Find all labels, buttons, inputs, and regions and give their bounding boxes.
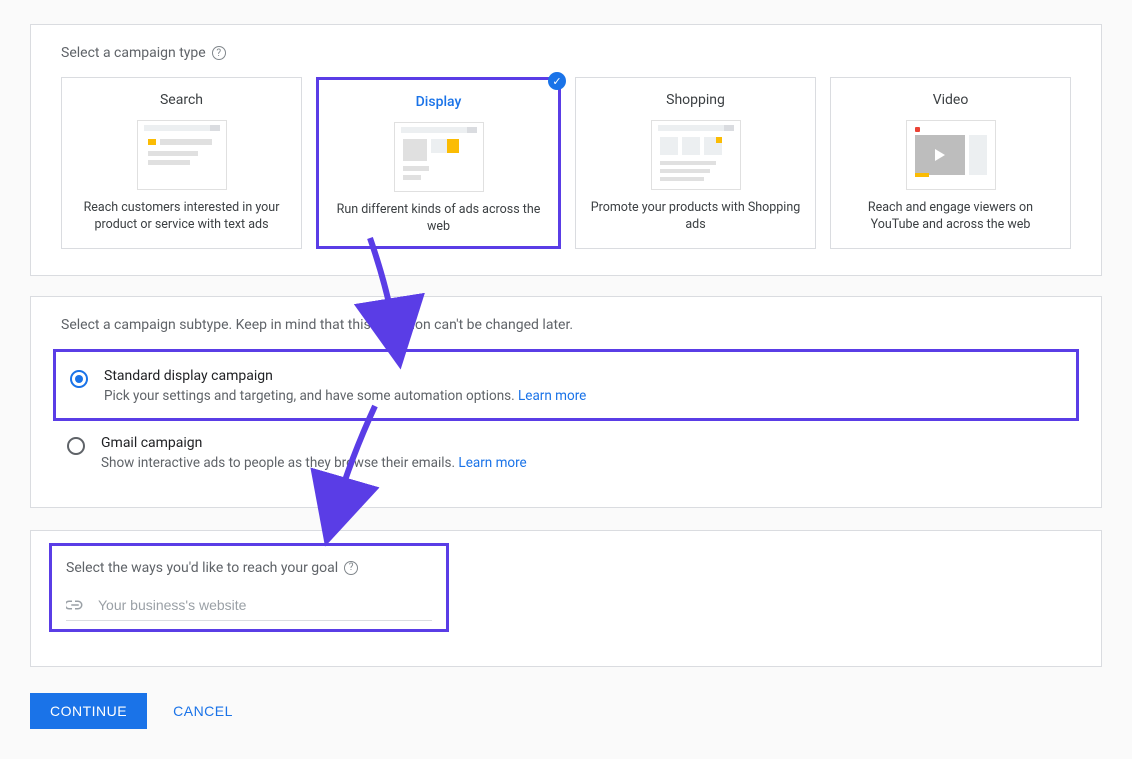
search-thumb — [137, 120, 227, 190]
page-root: Select a campaign type ? Search Reach cu… — [0, 0, 1132, 759]
campaign-type-heading-text: Select a campaign type — [61, 45, 206, 61]
learn-more-link[interactable]: Learn more — [458, 455, 526, 471]
radio-icon[interactable] — [70, 370, 88, 388]
learn-more-link[interactable]: Learn more — [518, 388, 586, 404]
shopping-thumb — [651, 120, 741, 190]
help-icon[interactable]: ? — [212, 46, 226, 60]
subtype-gmail[interactable]: Gmail campaign Show interactive ads to p… — [61, 427, 1071, 481]
goal-panel: Select the ways you'd like to reach your… — [30, 530, 1102, 667]
website-input[interactable] — [96, 596, 432, 614]
subtype-desc: Pick your settings and targeting, and ha… — [104, 388, 586, 404]
cancel-button[interactable]: CANCEL — [167, 702, 239, 720]
card-title: Video — [843, 92, 1058, 108]
goal-heading: Select the ways you'd like to reach your… — [66, 560, 432, 576]
card-desc: Run different kinds of ads across the we… — [331, 202, 546, 236]
subtype-title: Standard display campaign — [104, 368, 586, 384]
radio-icon[interactable] — [67, 437, 85, 455]
video-thumb — [906, 120, 996, 190]
campaign-card-shopping[interactable]: Shopping Promote your products with Shop… — [575, 77, 816, 249]
card-title: Search — [74, 92, 289, 108]
campaign-subtype-panel: Select a campaign subtype. Keep in mind … — [30, 296, 1102, 508]
goal-highlight-box: Select the ways you'd like to reach your… — [49, 543, 449, 632]
website-field[interactable] — [66, 588, 432, 621]
card-desc: Reach customers interested in your produ… — [74, 200, 289, 234]
link-icon — [66, 600, 84, 610]
help-icon[interactable]: ? — [344, 561, 358, 575]
footer-actions: CONTINUE CANCEL — [30, 693, 1132, 729]
subtype-title: Gmail campaign — [101, 435, 527, 451]
card-title: Display — [331, 94, 546, 110]
play-icon — [935, 149, 945, 161]
campaign-card-search[interactable]: Search Reach customers interested in you… — [61, 77, 302, 249]
card-desc: Promote your products with Shopping ads — [588, 200, 803, 234]
continue-button[interactable]: CONTINUE — [30, 693, 147, 729]
campaign-card-display[interactable]: ✓ Display Run different kinds of ads acr… — [316, 77, 561, 249]
checkmark-icon: ✓ — [548, 72, 566, 90]
subtype-standard[interactable]: Standard display campaign Pick your sett… — [53, 349, 1079, 421]
campaign-subtype-heading-text: Select a campaign subtype. Keep in mind … — [61, 317, 573, 333]
card-desc: Reach and engage viewers on YouTube and … — [843, 200, 1058, 234]
goal-heading-text: Select the ways you'd like to reach your… — [66, 560, 338, 576]
campaign-type-panel: Select a campaign type ? Search Reach cu… — [30, 24, 1102, 276]
subtype-desc: Show interactive ads to people as they b… — [101, 455, 527, 471]
display-thumb — [394, 122, 484, 192]
campaign-type-heading: Select a campaign type ? — [61, 45, 1071, 61]
campaign-subtype-heading: Select a campaign subtype. Keep in mind … — [61, 317, 1071, 333]
campaign-card-video[interactable]: Video Reach and engage viewers on YouTub… — [830, 77, 1071, 249]
campaign-type-cards: Search Reach customers interested in you… — [61, 77, 1071, 249]
card-title: Shopping — [588, 92, 803, 108]
